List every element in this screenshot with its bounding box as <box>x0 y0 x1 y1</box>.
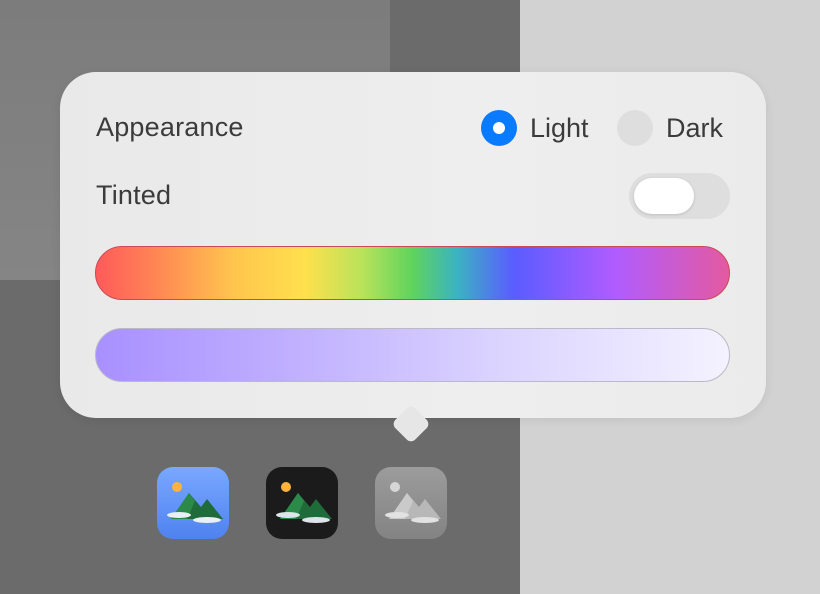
appearance-option-light-label: Light <box>530 112 589 143</box>
icon-style-tinted[interactable] <box>375 467 447 539</box>
appearance-label: Appearance <box>96 112 244 142</box>
tinted-toggle[interactable] <box>629 173 730 219</box>
icon-style-default[interactable] <box>157 467 229 539</box>
hue-slider[interactable] <box>95 246 730 300</box>
appearance-option-dark-label: Dark <box>666 112 724 143</box>
landscape-icon <box>167 482 223 523</box>
radio-button-light[interactable] <box>481 110 517 146</box>
toggle-knob <box>634 178 694 214</box>
tinted-label: Tinted <box>96 180 172 210</box>
appearance-option-dark[interactable]: Dark <box>617 110 723 146</box>
landscape-icon <box>276 482 332 523</box>
radio-button-dark[interactable] <box>617 110 653 146</box>
appearance-option-light[interactable]: Light <box>481 110 589 146</box>
icon-style-dark[interactable] <box>266 467 338 539</box>
landscape-icon <box>385 482 441 523</box>
saturation-slider[interactable] <box>95 328 730 382</box>
